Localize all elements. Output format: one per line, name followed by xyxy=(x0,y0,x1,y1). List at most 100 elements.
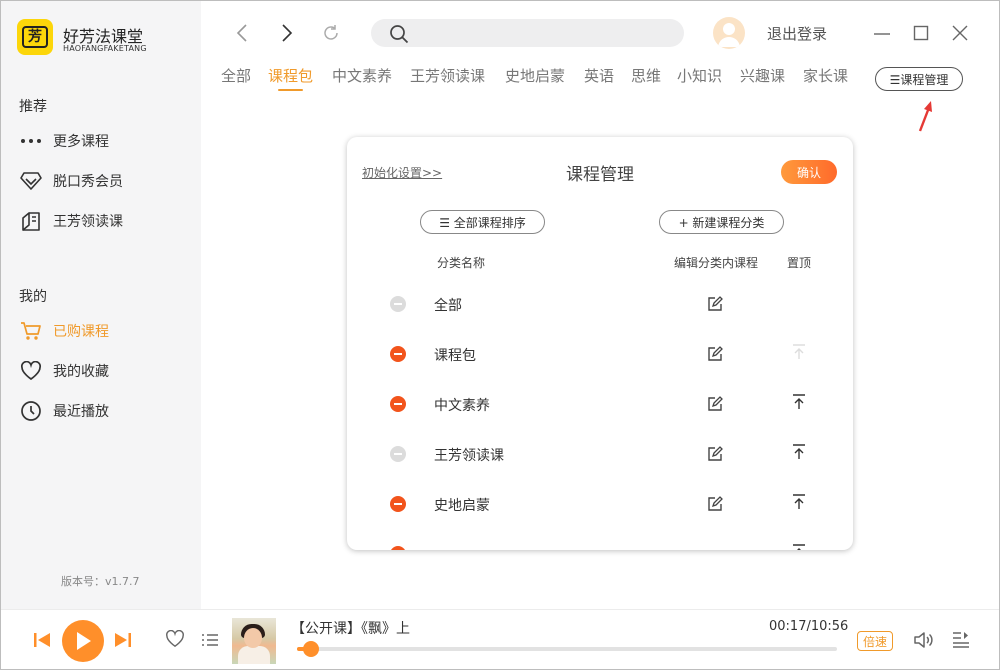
edit-icon[interactable] xyxy=(707,346,723,362)
remove-icon[interactable] xyxy=(390,496,406,512)
sidebar-item-favorites[interactable]: 我的收藏 xyxy=(19,358,189,384)
col-header-name: 分类名称 xyxy=(437,256,486,270)
tab-thinking[interactable]: 思维 xyxy=(631,65,661,86)
sidebar-item-label: 脱口秀会员 xyxy=(53,174,123,190)
logo-char: 芳 xyxy=(22,26,48,48)
new-category-button[interactable]: + 新建课程分类 xyxy=(659,210,784,234)
minimize-button[interactable] xyxy=(873,25,891,44)
pin-top-icon[interactable] xyxy=(792,444,806,460)
forward-button[interactable] xyxy=(280,23,294,47)
edit-icon[interactable] xyxy=(707,446,723,462)
confirm-button[interactable]: 确认 xyxy=(781,160,837,184)
category-row: 课程包 xyxy=(347,334,853,374)
avatar[interactable] xyxy=(713,17,745,49)
remove-icon[interactable] xyxy=(390,396,406,412)
user-icon xyxy=(718,23,740,47)
sidebar-item-purchased[interactable]: 已购课程 xyxy=(19,318,189,344)
heart-icon xyxy=(166,629,184,648)
category-row: 中文素养 xyxy=(347,384,853,424)
edit-icon[interactable] xyxy=(707,396,723,412)
heart-icon xyxy=(19,359,43,383)
app-subtitle: HAOFANGFAKETANG xyxy=(63,44,147,53)
sidebar-item-reading-course[interactable]: 王芳领读课 xyxy=(19,208,189,234)
category-row-partial xyxy=(347,534,853,550)
skip-next-icon xyxy=(115,633,131,647)
red-arrow-annotation xyxy=(918,101,932,132)
maximize-icon xyxy=(913,25,929,41)
col-header-edit: 编辑分类内课程 xyxy=(674,256,759,270)
progress-knob[interactable] xyxy=(303,641,320,657)
sidebar-item-label: 已购课程 xyxy=(53,324,109,340)
refresh-icon xyxy=(324,25,338,40)
sort-all-courses-button[interactable]: ☰ 全部课程排序 xyxy=(420,210,545,234)
progress-bar[interactable] xyxy=(297,641,837,657)
diamond-icon xyxy=(19,169,43,193)
sidebar-item-label: 更多课程 xyxy=(53,134,109,150)
search-input[interactable] xyxy=(413,23,673,43)
close-icon xyxy=(952,25,968,41)
book-icon xyxy=(19,209,43,233)
sidebar-item-label: 王芳领读课 xyxy=(53,214,123,230)
tab-english[interactable]: 英语 xyxy=(584,65,614,86)
pin-top-icon[interactable] xyxy=(792,494,806,510)
tab-all[interactable]: 全部 xyxy=(221,65,251,86)
track-time: 00:17/10:56 xyxy=(769,619,849,634)
volume-icon xyxy=(914,632,933,648)
course-manage-button[interactable]: ☰课程管理 xyxy=(875,67,963,91)
tab-course-pack[interactable]: 课程包 xyxy=(268,65,313,91)
close-button[interactable] xyxy=(952,25,968,45)
category-name: 中文素养 xyxy=(434,398,490,414)
previous-button[interactable] xyxy=(33,632,51,652)
pin-top-icon[interactable] xyxy=(792,544,806,550)
playlist-button[interactable] xyxy=(201,632,219,652)
sidebar-item-recent[interactable]: 最近播放 xyxy=(19,398,189,424)
play-queue-button[interactable] xyxy=(952,631,970,653)
tab-tips[interactable]: 小知识 xyxy=(677,65,722,86)
pin-top-icon[interactable] xyxy=(792,344,806,360)
cart-icon xyxy=(19,319,43,343)
tab-interest[interactable]: 兴趣课 xyxy=(740,65,785,86)
sidebar-item-label: 最近播放 xyxy=(53,404,109,420)
back-button[interactable] xyxy=(235,23,249,47)
section-recommend: 推荐 xyxy=(19,99,47,115)
category-name: 课程包 xyxy=(434,348,476,364)
logout-link[interactable]: 退出登录 xyxy=(767,23,827,44)
remove-icon[interactable] xyxy=(390,346,406,362)
dialog-title: 课程管理 xyxy=(566,165,634,185)
next-button[interactable] xyxy=(114,632,132,652)
track-cover[interactable] xyxy=(232,618,276,664)
refresh-button[interactable] xyxy=(322,24,340,46)
sidebar-item-talkshow-member[interactable]: 脱口秀会员 xyxy=(19,168,189,194)
remove-icon[interactable] xyxy=(390,296,406,312)
version-label: 版本号：v1.7.7 xyxy=(61,575,140,588)
minimize-icon xyxy=(874,33,890,35)
more-dots-icon xyxy=(19,129,43,153)
maximize-button[interactable] xyxy=(913,25,929,45)
category-name: 史地启蒙 xyxy=(434,498,490,514)
chevron-left-icon xyxy=(236,24,247,42)
chevron-right-icon xyxy=(282,24,293,42)
course-manage-dialog: 初始化设置>> 课程管理 确认 ☰ 全部课程排序 + 新建课程分类 分类名称 编… xyxy=(347,137,853,550)
search-box[interactable] xyxy=(371,19,684,47)
play-button[interactable] xyxy=(62,620,104,662)
category-name: 王芳领读课 xyxy=(434,448,504,464)
edit-icon[interactable] xyxy=(707,296,723,312)
skip-previous-icon xyxy=(34,633,50,647)
edit-icon[interactable] xyxy=(707,496,723,512)
like-button[interactable] xyxy=(165,629,185,652)
tab-reading-course[interactable]: 王芳领读课 xyxy=(410,65,485,86)
remove-icon[interactable] xyxy=(390,546,406,550)
speed-button[interactable]: 倍速 xyxy=(857,631,893,651)
tab-history-geo[interactable]: 史地启蒙 xyxy=(505,65,565,86)
sidebar-item-more-courses[interactable]: 更多课程 xyxy=(19,128,189,154)
tab-parent[interactable]: 家长课 xyxy=(803,65,848,86)
pin-top-icon[interactable] xyxy=(792,394,806,410)
volume-button[interactable] xyxy=(913,631,933,653)
track-title: 【公开课】《飘》上 xyxy=(291,621,410,637)
remove-icon[interactable] xyxy=(390,446,406,462)
col-header-top: 置顶 xyxy=(787,256,812,270)
tab-chinese-literacy[interactable]: 中文素养 xyxy=(332,65,392,86)
category-row: 史地启蒙 xyxy=(347,484,853,524)
section-mine: 我的 xyxy=(19,289,47,305)
queue-icon xyxy=(953,632,969,648)
